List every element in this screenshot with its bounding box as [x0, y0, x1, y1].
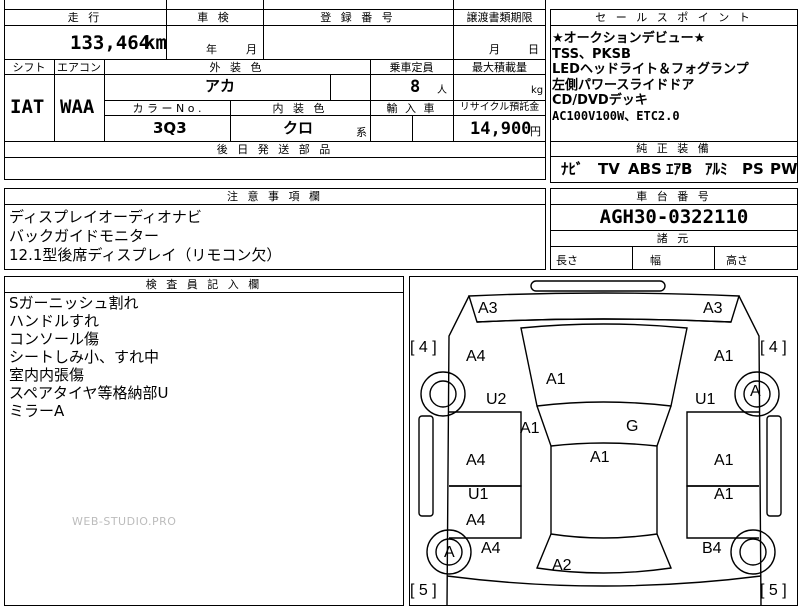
damage-mark: A3 — [478, 300, 498, 317]
capacity-header: 乗車定員 — [389, 61, 434, 74]
shift-value: IAT — [10, 96, 45, 118]
inspector-line: ハンドルすれ — [9, 312, 100, 330]
sales-point-line: LEDヘッドライト＆フォグランプ — [552, 62, 749, 78]
inspector-line: スペアタイヤ等格納部U — [9, 384, 169, 402]
equipment-item: ABS — [628, 160, 662, 178]
inspector-line: 室内内張傷 — [9, 366, 85, 384]
damage-mark: A2 — [552, 557, 572, 574]
sales-points-list: ★オークションデビュー★ TSS、PKSB LEDヘッドライト＆フォグランプ 左… — [552, 31, 749, 125]
ac-value: WAA — [60, 96, 95, 118]
later-parts-header: 後 日 発 送 部 品 — [216, 143, 334, 156]
max-load-header: 最大積載量 — [472, 61, 527, 74]
inspector-line: Sガーニッシュ割れ — [9, 294, 139, 312]
damage-mark: A1 — [546, 371, 566, 388]
recycle-deposit-unit: 円 — [530, 125, 541, 138]
import-header: 輸 入 車 — [386, 102, 437, 115]
damage-mark: A1 — [714, 452, 734, 469]
recycle-deposit-header: リサイクル預託金 — [459, 102, 540, 113]
equipment-item: ｱﾙﾐ — [705, 160, 728, 178]
notes-header: 注 意 事 項 欄 — [227, 190, 323, 203]
damage-mark: A — [444, 544, 455, 561]
equipment-header: 純 正 装 備 — [636, 142, 712, 155]
dimensions-header: 諸 元 — [656, 232, 692, 245]
height-label: 高さ — [726, 254, 748, 267]
equipment-item: PS — [742, 160, 764, 178]
ac-header: エアコン — [57, 61, 101, 74]
inspector-header: 検 査 員 記 入 欄 — [145, 278, 263, 291]
equipment-item: TV — [598, 160, 620, 178]
damage-mark: U1 — [468, 486, 489, 503]
equipment-item: ﾅﾋﾞ — [561, 160, 584, 178]
watermark: WEB-STUDIO.PRO — [72, 515, 177, 528]
note-line: バックガイドモニター — [9, 227, 160, 245]
chassis-header: 車 台 番 号 — [636, 190, 712, 203]
note-line: ディスプレイオーディオナビ — [9, 208, 202, 226]
damage-mark: A — [750, 383, 761, 400]
damage-mark: A1 — [520, 420, 540, 437]
inspection-header: 車 検 — [197, 11, 232, 24]
damage-mark: A4 — [466, 348, 486, 365]
equipment-item: ｴｱB — [666, 160, 693, 178]
width-label: 幅 — [650, 254, 661, 267]
damage-mark: A4 — [466, 512, 486, 529]
damage-mark: G — [626, 418, 639, 435]
sales-point-line: TSS、PKSB — [552, 46, 631, 62]
capacity-unit: 人 — [437, 85, 447, 96]
mileage-value: 133,464 — [70, 32, 151, 54]
capacity-value: 8 — [410, 77, 421, 97]
color-number-value: 3Q3 — [153, 119, 187, 137]
length-label: 長さ — [556, 254, 578, 267]
inspector-notes: Sガーニッシュ割れ ハンドルすれ コンソール傷 シートしみ小、すれ中 室内内張傷… — [9, 294, 168, 420]
damage-mark: A1 — [590, 449, 610, 466]
interior-color-value: クロ — [283, 119, 314, 137]
car-diagram — [418, 280, 782, 606]
transfer-deadline-header: 譲渡書類期限 — [466, 11, 533, 24]
damage-mark: A4 — [481, 540, 501, 557]
inspector-line: ミラーA — [9, 402, 65, 420]
inspection-month-label: 月 — [246, 43, 257, 56]
damage-mark: A1 — [714, 486, 734, 503]
max-load-unit: kg — [531, 85, 544, 96]
tire-tread-front-left: [ 4 ] — [410, 339, 437, 356]
transfer-month-label: 月 — [489, 43, 500, 56]
damage-mark: A3 — [703, 300, 723, 317]
interior-color-header: 内 装 色 — [272, 102, 328, 115]
tire-tread-front-right: [ 4 ] — [760, 339, 787, 356]
interior-color-unit: 系 — [356, 126, 367, 139]
damage-mark: U2 — [486, 391, 507, 408]
damage-mark: A4 — [466, 452, 486, 469]
note-line: 12.1型後席ディスプレイ（リモコン欠） — [9, 246, 282, 264]
exterior-color-value: アカ — [205, 77, 236, 95]
tire-tread-rear-left: [ 5 ] — [410, 582, 437, 599]
damage-mark: A1 — [714, 348, 734, 365]
recycle-deposit-value: 14,900 — [470, 119, 532, 139]
sales-point-line: ★オークションデビュー★ — [552, 31, 706, 46]
sales-point-line: AC100V100W、ETC2.0 — [552, 108, 680, 123]
notes-list: ディスプレイオーディオナビ バックガイドモニター 12.1型後席ディスプレイ（リ… — [9, 208, 281, 265]
transfer-day-label: 日 — [528, 43, 539, 56]
inspection-year-label: 年 — [206, 43, 217, 56]
shift-header: シフト — [12, 61, 46, 74]
mileage-header: 走 行 — [67, 11, 103, 24]
chassis-number: AGH30-0322110 — [599, 206, 749, 228]
damage-mark: U1 — [695, 391, 716, 408]
inspector-line: シートしみ小、すれ中 — [9, 348, 160, 366]
exterior-color-header: 外 装 色 — [209, 61, 265, 74]
color-number-header: カ ラ ー N o . — [132, 102, 202, 115]
sales-point-line: 左側パワースライドドア — [552, 77, 695, 93]
sales-point-line: CD/DVDデッキ — [552, 93, 648, 109]
mileage-unit: km — [144, 32, 167, 54]
sales-points-header: セ ー ル ス ポ イ ン ト — [595, 11, 753, 24]
equipment-item: PW — [770, 160, 798, 178]
inspector-line: コンソール傷 — [9, 330, 100, 348]
damage-mark: B4 — [702, 540, 722, 557]
tire-tread-rear-right: [ 5 ] — [760, 582, 787, 599]
registration-header: 登 録 番 号 — [320, 11, 396, 24]
